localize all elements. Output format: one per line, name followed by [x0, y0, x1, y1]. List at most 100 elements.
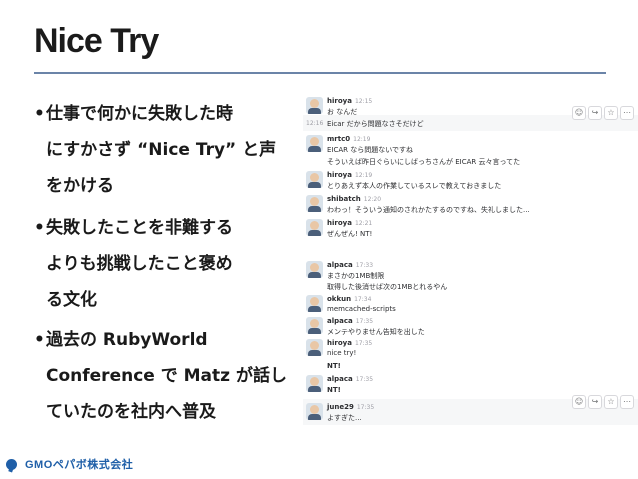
message-text: まさかの1MB制限 — [327, 272, 385, 280]
chat-message[interactable]: alpaca 17:33 まさかの1MB制限 取得した後消せば次の1MBとれるやん — [303, 259, 638, 291]
author-name: hiroya — [327, 97, 352, 105]
chat-message[interactable]: 12:16 Eicar だから問題なさそだけど ☺ ↪ ☆ ⋯ — [303, 106, 638, 131]
author-name: alpaca — [327, 317, 353, 325]
bullet-line: をかける — [46, 176, 114, 196]
chat-screenshot: hiroya 12:15 お なんだ 12:16 Eicar だから問題なさそだけ… — [303, 93, 638, 427]
chat-message[interactable]: mrtc0 12:19 EICAR なら問題ないですね そういえば昨日ぐらいにしば… — [303, 133, 638, 166]
message-author: shibatch 12:20 — [327, 195, 381, 203]
message-time: 17:34 — [354, 296, 372, 303]
message-actions: ☺ ↪ ☆ ⋯ — [572, 395, 634, 409]
message-time: 17:35 — [355, 376, 374, 383]
bullet-line: ていたのを社内へ普及 — [46, 402, 216, 422]
bullet-dot: • — [34, 104, 45, 124]
avatar — [306, 375, 323, 392]
message-actions: ☺ ↪ ☆ ⋯ — [572, 106, 634, 120]
message-time: 12:20 — [363, 196, 382, 203]
message-text: よすぎた... — [327, 414, 362, 422]
message-text: nice try! — [327, 349, 357, 357]
message-time: 12:16 — [306, 120, 324, 127]
company-logo: GMOペパボ株式会社 — [6, 456, 133, 472]
message-author: hiroya 12:19 — [327, 171, 372, 179]
title-divider — [34, 72, 606, 74]
avatar — [306, 135, 323, 152]
message-text: メンテやりません告知を出した — [327, 328, 425, 336]
author-name: june29 — [327, 403, 354, 411]
bullet-line: にすかさず “Nice Try” と声 — [46, 140, 277, 160]
more-icon[interactable]: ⋯ — [620, 395, 634, 409]
bullet-dot: • — [34, 330, 45, 350]
author-name: hiroya — [327, 219, 352, 227]
reply-icon[interactable]: ↪ — [588, 395, 602, 409]
bullet-item: • 仕事で何かに失敗した時 にすかさず “Nice Try” と声 をかける — [34, 96, 296, 204]
chat-message[interactable]: hiroya 17:35 nice try! NT! — [303, 337, 638, 371]
author-name: mrtc0 — [327, 135, 351, 143]
avatar — [306, 403, 323, 420]
message-text: そういえば昨日ぐらいにしばっちさんが EICAR 云々言ってた — [327, 158, 521, 166]
avatar — [306, 261, 323, 278]
message-text: NT! — [327, 362, 341, 370]
message-author: alpaca 17:33 — [327, 261, 373, 269]
chat-message[interactable]: okkun 17:34 memcached-scripts — [303, 293, 638, 315]
chat-message[interactable]: june29 17:35 よすぎた... ☺ ↪ ☆ ⋯ — [303, 395, 638, 425]
bullet-item: • 失敗したことを非難する よりも挑戦したこと褒め る文化 — [34, 210, 296, 318]
bullet-dot: • — [34, 218, 45, 238]
avatar — [306, 219, 323, 236]
bullet-line: Conference で Matz が話し — [46, 366, 287, 386]
message-time: 12:15 — [354, 98, 373, 105]
author-name: okkun — [327, 295, 352, 303]
message-text: とりあえず本人の作業しているスレで教えておきました — [327, 182, 502, 190]
author-name: alpaca — [327, 261, 353, 269]
chat-message[interactable]: shibatch 12:20 わわっ！そういう通知のされかたするのですね、失礼しま… — [303, 193, 638, 215]
message-author: alpaca 17:35 — [327, 317, 373, 325]
message-text: EICAR なら問題ないですね — [327, 146, 414, 154]
message-text: わわっ！そういう通知のされかたするのですね、失礼しました... — [327, 206, 530, 214]
star-icon[interactable]: ☆ — [604, 106, 618, 120]
reply-icon[interactable]: ↪ — [588, 106, 602, 120]
slide-title: Nice Try — [34, 22, 159, 60]
message-text: Eicar だから問題なさそだけど — [327, 120, 424, 128]
message-author: okkun 17:34 — [327, 295, 371, 303]
author-name: shibatch — [327, 195, 361, 203]
avatar — [306, 339, 323, 356]
emoji-reaction-icon[interactable]: ☺ — [572, 106, 586, 120]
avatar — [306, 295, 323, 312]
message-text: ぜんぜん! NT! — [327, 230, 373, 238]
chat-message[interactable]: alpaca 17:35 メンテやりません告知を出した — [303, 315, 638, 337]
message-time: 17:35 — [355, 318, 374, 325]
chat-message[interactable]: alpaca 17:35 NT! — [303, 373, 638, 397]
message-time: 12:21 — [354, 220, 373, 227]
bullet-item: • 過去の RubyWorld Conference で Matz が話し てい… — [34, 322, 296, 430]
chat-message[interactable]: hiroya 12:21 ぜんぜん! NT! — [303, 217, 638, 239]
bullet-line: 失敗したことを非難する — [46, 218, 233, 238]
bullet-line: 仕事で何かに失敗した時 — [46, 104, 233, 124]
bullet-line: 過去の RubyWorld — [46, 330, 208, 350]
message-text: 取得した後消せば次の1MBとれるやん — [327, 283, 448, 291]
author-name: alpaca — [327, 375, 353, 383]
chat-message[interactable]: hiroya 12:19 とりあえず本人の作業しているスレで教えておきました — [303, 169, 638, 191]
emoji-reaction-icon[interactable]: ☺ — [572, 395, 586, 409]
avatar — [306, 171, 323, 188]
message-text: memcached-scripts — [327, 305, 396, 313]
message-author: hiroya 12:21 — [327, 219, 372, 227]
message-time: 17:35 — [356, 404, 375, 411]
message-author: mrtc0 12:19 — [327, 135, 370, 143]
more-icon[interactable]: ⋯ — [620, 106, 634, 120]
message-author: hiroya 12:15 — [327, 97, 372, 105]
logo-mark-icon — [6, 458, 17, 470]
message-time: 17:33 — [355, 262, 374, 269]
message-author: june29 17:35 — [327, 403, 374, 411]
message-time: 12:19 — [354, 172, 373, 179]
star-icon[interactable]: ☆ — [604, 395, 618, 409]
message-text: NT! — [327, 386, 341, 394]
bullet-line: る文化 — [46, 290, 97, 310]
logo-text: GMOペパボ株式会社 — [25, 459, 134, 471]
message-time: 12:19 — [353, 136, 371, 143]
message-time: 17:35 — [354, 340, 373, 347]
avatar — [306, 97, 323, 114]
message-author: alpaca 17:35 — [327, 375, 373, 383]
author-name: hiroya — [327, 339, 352, 347]
avatar — [306, 195, 323, 212]
bullet-line: よりも挑戦したこと褒め — [46, 254, 233, 274]
message-author: hiroya 17:35 — [327, 339, 372, 347]
author-name: hiroya — [327, 171, 352, 179]
